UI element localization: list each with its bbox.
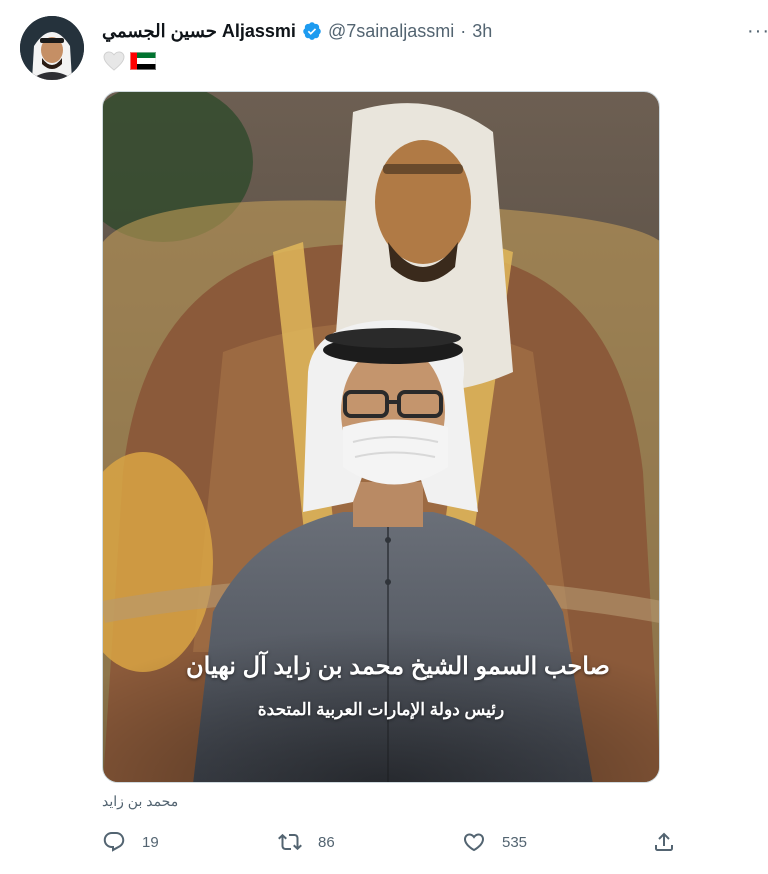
reply-count: 19 bbox=[142, 833, 159, 851]
more-options-icon[interactable]: ··· bbox=[747, 20, 768, 43]
like-count: 535 bbox=[502, 833, 528, 851]
white-heart-icon bbox=[103, 51, 125, 71]
like-icon bbox=[463, 833, 485, 852]
image-caption-subtitle: رئيس دولة الإمارات العربية المتحدة bbox=[257, 700, 505, 719]
uae-flag-icon bbox=[130, 52, 156, 70]
retweet-icon bbox=[278, 833, 302, 851]
share-button[interactable] bbox=[652, 826, 676, 858]
tweet[interactable]: حسين الجسمي Aljassmi @7sainaljassmi · 3h… bbox=[0, 0, 768, 874]
tweet-text bbox=[102, 50, 156, 72]
tweet-actions: 19 86 535 bbox=[102, 826, 682, 858]
separator-dot: · bbox=[460, 20, 467, 41]
avatar[interactable] bbox=[20, 16, 84, 80]
reply-icon bbox=[103, 832, 125, 852]
retweet-count: 86 bbox=[318, 833, 335, 851]
tweet-timestamp[interactable]: 3h bbox=[472, 21, 492, 42]
reply-button[interactable]: 19 bbox=[102, 826, 159, 858]
image-caption-title: صاحب السمو الشيخ محمد بن زايد آل نهيان bbox=[186, 653, 610, 680]
tweet-header: حسين الجسمي Aljassmi @7sainaljassmi · 3h bbox=[102, 18, 492, 44]
image-tag-label[interactable]: محمد بن زايد bbox=[102, 793, 178, 810]
share-icon bbox=[655, 832, 673, 851]
author-name[interactable]: حسين الجسمي Aljassmi bbox=[102, 21, 296, 42]
tweet-image[interactable]: صاحب السمو الشيخ محمد بن زايد آل نهيان ر… bbox=[102, 91, 660, 783]
author-handle[interactable]: @7sainaljassmi bbox=[328, 21, 454, 42]
verified-badge-icon bbox=[302, 21, 322, 41]
like-button[interactable]: 535 bbox=[462, 826, 527, 858]
retweet-button[interactable]: 86 bbox=[278, 826, 335, 858]
